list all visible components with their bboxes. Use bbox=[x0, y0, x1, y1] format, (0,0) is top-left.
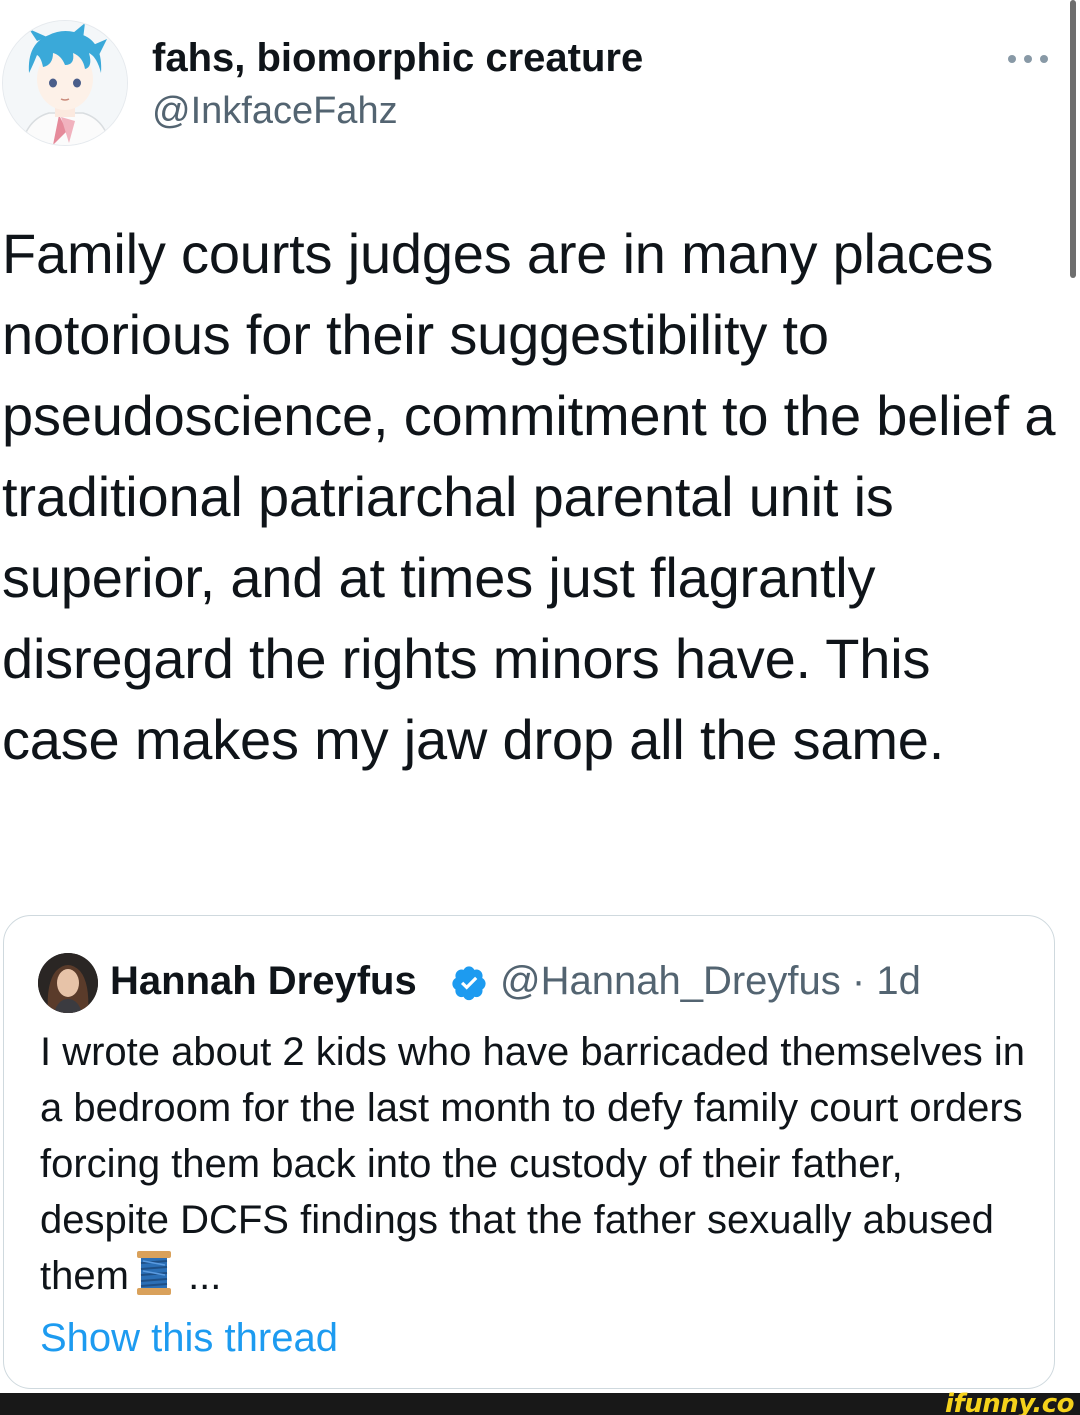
scrollbar[interactable] bbox=[1070, 0, 1076, 278]
quoted-tweet-text: I wrote about 2 kids who have barricaded… bbox=[40, 1024, 1030, 1304]
quoted-author-handle-time[interactable]: @Hannah_Dreyfus · 1d bbox=[500, 959, 921, 1004]
show-thread-link[interactable]: Show this thread bbox=[40, 1316, 338, 1361]
tweet-text: Family courts judges are in many places … bbox=[2, 222, 1056, 771]
quoted-tweet-ellipsis: ... bbox=[188, 1254, 222, 1298]
author-handle[interactable]: @InkfaceFahz bbox=[152, 90, 398, 133]
quoted-author-name[interactable]: Hannah Dreyfus bbox=[110, 959, 417, 1004]
footer-bar: ifunny.co bbox=[0, 1389, 1080, 1415]
author-display-name[interactable]: fahs, biomorphic creature bbox=[152, 36, 643, 81]
tweet-header: fahs, biomorphic creature @InkfaceFahz bbox=[0, 18, 1080, 150]
author-avatar[interactable] bbox=[2, 20, 128, 146]
profile-photo-icon bbox=[38, 953, 98, 1013]
quoted-tweet-card[interactable]: Hannah Dreyfus @Hannah_Dreyfus · 1d I wr… bbox=[3, 915, 1055, 1389]
anime-avatar-icon bbox=[3, 21, 127, 145]
watermark-logo: ifunny.co bbox=[945, 1389, 1074, 1415]
more-options-icon[interactable] bbox=[1006, 52, 1050, 66]
spool-of-thread-icon bbox=[136, 1251, 171, 1295]
verified-badge-icon bbox=[452, 966, 486, 1001]
quoted-author-avatar[interactable] bbox=[38, 953, 98, 1013]
